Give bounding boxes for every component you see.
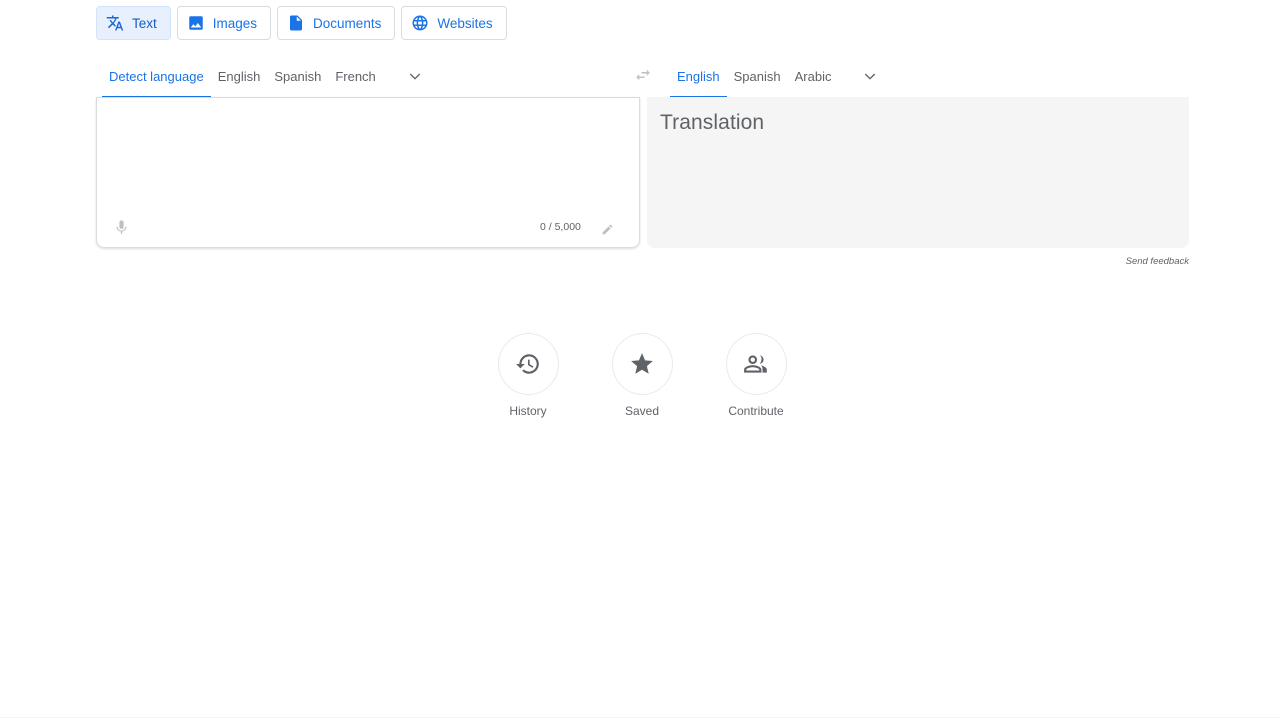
source-lang-french[interactable]: French: [328, 54, 382, 98]
source-lang-spanish[interactable]: Spanish: [267, 54, 328, 98]
history-icon: [516, 354, 539, 374]
history-circle[interactable]: [497, 333, 559, 395]
target-more-languages-button[interactable]: [858, 64, 882, 88]
document-icon: [290, 15, 303, 31]
pencil-icon: [602, 224, 612, 234]
translation-panel: Translation: [647, 97, 1189, 248]
target-lang-english[interactable]: English: [670, 54, 727, 98]
history-button[interactable]: History: [493, 333, 563, 418]
chevron-down-icon: [865, 73, 876, 80]
source-text-input[interactable]: [111, 110, 611, 210]
tab-websites-label: Websites: [437, 15, 493, 31]
star-icon: [631, 353, 653, 374]
tab-documents-label: Documents: [313, 15, 382, 31]
saved-circle[interactable]: [611, 333, 673, 395]
swap-icon: [636, 69, 650, 81]
translation-placeholder: Translation: [660, 111, 765, 134]
image-icon: [189, 16, 203, 30]
tab-images-label: Images: [212, 15, 258, 31]
source-text-panel: 0 / 5,000: [96, 97, 640, 248]
source-lang-detect[interactable]: Detect language: [102, 54, 211, 98]
contribute-button[interactable]: Contribute: [721, 333, 791, 418]
handwriting-button[interactable]: [598, 220, 616, 238]
source-language-bar: Detect language English Spanish French: [102, 54, 427, 98]
tab-images[interactable]: Images: [176, 6, 272, 40]
send-feedback-link[interactable]: Send feedback: [1126, 256, 1189, 267]
voice-input-button[interactable]: [107, 213, 135, 241]
target-lang-spanish[interactable]: Spanish: [727, 54, 788, 98]
tab-text[interactable]: Text: [96, 6, 171, 40]
contribute-label: Contribute: [728, 404, 784, 418]
tab-text-label: Text: [132, 15, 157, 31]
target-lang-arabic[interactable]: Arabic: [788, 54, 839, 98]
people-icon: [744, 355, 767, 373]
source-more-languages-button[interactable]: [403, 64, 427, 88]
saved-label: Saved: [624, 404, 660, 418]
source-lang-english[interactable]: English: [211, 54, 268, 98]
saved-button[interactable]: Saved: [607, 333, 677, 418]
tab-websites[interactable]: Websites: [401, 6, 507, 40]
globe-icon: [412, 15, 428, 31]
chevron-down-icon: [409, 73, 420, 80]
target-language-bar: English Spanish Arabic: [670, 54, 882, 98]
character-count: 0 / 5,000: [540, 221, 581, 233]
contribute-circle[interactable]: [725, 333, 787, 395]
translate-icon: [106, 15, 124, 31]
mode-tabs: Text Images Documents Websites: [96, 6, 507, 40]
microphone-icon: [116, 219, 126, 234]
swap-languages-button[interactable]: [632, 64, 654, 86]
tab-documents[interactable]: Documents: [277, 6, 396, 40]
bottom-divider: [0, 717, 1280, 718]
history-label: History: [509, 404, 547, 418]
